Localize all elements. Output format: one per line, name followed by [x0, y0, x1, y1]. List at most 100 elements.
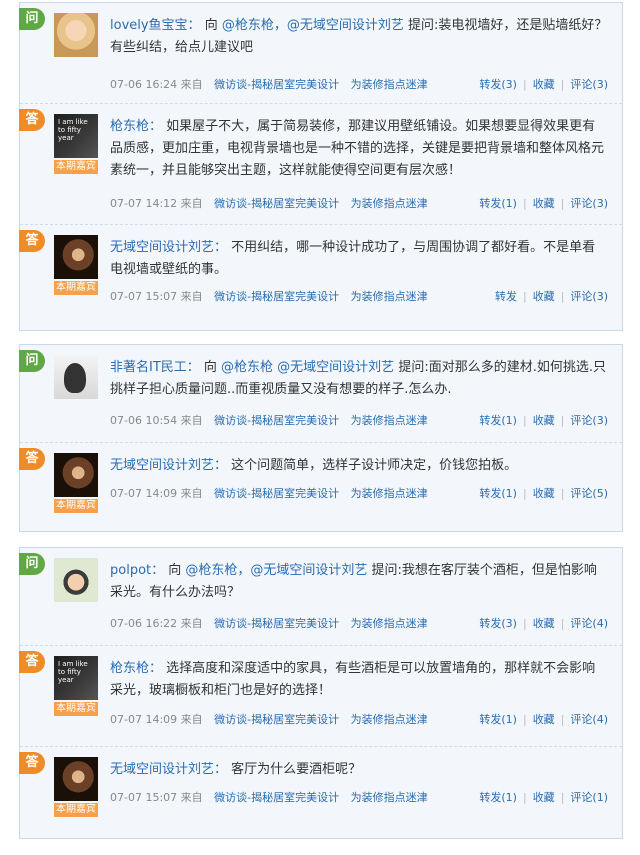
favorite-link[interactable]: 收藏 [533, 487, 555, 500]
avatar[interactable] [54, 453, 98, 497]
source-link[interactable]: 为装修指点迷津 [351, 414, 428, 427]
favorite-link[interactable]: 收藏 [533, 791, 555, 804]
source-link[interactable]: 为装修指点迷津 [351, 791, 428, 804]
source-link[interactable]: 微访谈-揭秘居室完美设计 [214, 414, 339, 427]
forward-link[interactable]: 转发(1) [479, 713, 517, 726]
prefix-text: 向 [199, 360, 222, 375]
user-name-link[interactable]: 非著名IT民工： [110, 360, 200, 375]
mention-links[interactable]: @枪东枪 @无域空间设计刘艺 [221, 360, 394, 375]
comment-link[interactable]: 评论(5) [570, 487, 608, 500]
post-actions: 转发(1) | 收藏 | 评论(3) [479, 413, 608, 429]
guest-label: 本期嘉宾 [54, 499, 98, 513]
source-link[interactable]: 为装修指点迷津 [351, 713, 428, 726]
forward-link[interactable]: 转发(1) [479, 414, 517, 427]
from-label: 来自 [180, 78, 203, 91]
forward-link[interactable]: 转发(3) [479, 617, 517, 630]
comment-link[interactable]: 评论(4) [570, 713, 608, 726]
prefix-text: 向 [164, 563, 186, 578]
from-label: 来自 [180, 487, 203, 500]
source-link[interactable]: 为装修指点迷津 [351, 78, 428, 91]
post-text: polpot： 向 @枪东枪，@无域空间设计刘艺 提问:我想在客厅装个酒柜，但是… [110, 560, 608, 604]
post-meta: 07-06 10:54 来自 微访谈-揭秘居室完美设计 为装修指点迷津 转发(1… [110, 413, 608, 429]
avatar[interactable] [54, 558, 98, 602]
answer-badge: 答 [19, 448, 45, 470]
favorite-link[interactable]: 收藏 [533, 290, 555, 303]
favorite-link[interactable]: 收藏 [533, 713, 555, 726]
comment-link[interactable]: 评论(3) [570, 290, 608, 303]
comment-link[interactable]: 评论(3) [570, 197, 608, 210]
timestamp: 07-07 14:09 [110, 713, 178, 726]
comment-link[interactable]: 评论(1) [570, 791, 608, 804]
timestamp: 07-07 14:09 [110, 487, 178, 500]
post-meta: 07-06 16:24 来自 微访谈-揭秘居室完美设计 为装修指点迷津 转发(3… [110, 77, 608, 93]
post-meta: 07-07 14:09 来自 微访谈-揭秘居室完美设计 为装修指点迷津 转发(1… [110, 486, 608, 502]
question-badge: 问 [19, 553, 45, 575]
favorite-link[interactable]: 收藏 [533, 78, 555, 91]
post-actions: 转发 | 收藏 | 评论(3) [495, 289, 608, 305]
divider: | [522, 713, 527, 726]
source-link[interactable]: 微访谈-揭秘居室完美设计 [214, 197, 339, 210]
avatar[interactable] [54, 235, 98, 279]
user-name-link[interactable]: polpot： [110, 563, 164, 578]
divider: | [522, 487, 527, 500]
user-name-link[interactable]: 无域空间设计刘艺： [110, 458, 227, 473]
avatar[interactable] [54, 13, 98, 57]
comment-link[interactable]: 评论(3) [570, 78, 608, 91]
source-link[interactable]: 微访谈-揭秘居室完美设计 [214, 791, 339, 804]
avatar[interactable]: I am like to fifty year [54, 656, 98, 700]
forward-link[interactable]: 转发(1) [479, 197, 517, 210]
user-name-link[interactable]: 枪东枪： [110, 119, 162, 134]
source-link[interactable]: 为装修指点迷津 [351, 290, 428, 303]
user-name-link[interactable]: lovely鱼宝宝： [110, 18, 201, 33]
thread-2: 问 非著名IT民工： 向 @枪东枪 @无域空间设计刘艺 提问:面对那么多的建材.… [19, 344, 623, 532]
thread-3: 问 polpot： 向 @枪东枪，@无域空间设计刘艺 提问:我想在客厅装个酒柜，… [19, 547, 623, 839]
source-link[interactable]: 为装修指点迷津 [351, 197, 428, 210]
question-badge: 问 [19, 8, 45, 30]
user-name-link[interactable]: 枪东枪： [110, 661, 162, 676]
forward-link[interactable]: 转发 [495, 290, 517, 303]
source-link[interactable]: 微访谈-揭秘居室完美设计 [214, 487, 339, 500]
guest-label: 本期嘉宾 [54, 160, 98, 174]
user-name-link[interactable]: 无域空间设计刘艺： [110, 240, 227, 255]
divider: | [560, 791, 565, 804]
source-link[interactable]: 微访谈-揭秘居室完美设计 [214, 290, 339, 303]
guest-label: 本期嘉宾 [54, 702, 98, 716]
post-text: 枪东枪： 选择高度和深度适中的家具，有些酒柜是可以放置墙角的，那样就不会影响采光… [110, 658, 608, 702]
avatar[interactable]: I am like to fifty year [54, 114, 98, 158]
forward-link[interactable]: 转发(1) [479, 487, 517, 500]
source-link[interactable]: 为装修指点迷津 [351, 487, 428, 500]
avatar[interactable] [54, 757, 98, 801]
timestamp: 07-06 10:54 [110, 414, 178, 427]
comment-link[interactable]: 评论(3) [570, 414, 608, 427]
answer-block: 答 I am like to fifty year 本期嘉宾 枪东枪： 选择高度… [19, 645, 622, 746]
forward-link[interactable]: 转发(3) [479, 78, 517, 91]
comment-link[interactable]: 评论(4) [570, 617, 608, 630]
timestamp: 07-07 14:12 [110, 197, 178, 210]
source-link[interactable]: 微访谈-揭秘居室完美设计 [214, 78, 339, 91]
mention-links[interactable]: @枪东枪，@无域空间设计刘艺 [222, 18, 404, 33]
question-block: 问 非著名IT民工： 向 @枪东枪 @无域空间设计刘艺 提问:面对那么多的建材.… [19, 345, 622, 442]
favorite-link[interactable]: 收藏 [533, 414, 555, 427]
source-link[interactable]: 为装修指点迷津 [351, 617, 428, 630]
user-name-link[interactable]: 无域空间设计刘艺： [110, 762, 227, 777]
post-actions: 转发(3) | 收藏 | 评论(3) [479, 77, 608, 93]
answer-badge: 答 [19, 230, 45, 252]
source-link[interactable]: 微访谈-揭秘居室完美设计 [214, 713, 339, 726]
avatar[interactable] [54, 355, 98, 399]
source-link[interactable]: 微访谈-揭秘居室完美设计 [214, 617, 339, 630]
favorite-link[interactable]: 收藏 [533, 197, 555, 210]
answer-block: 答 本期嘉宾 无域空间设计刘艺： 客厅为什么要酒柜呢？ 07-07 15:07 … [19, 746, 622, 838]
timestamp: 07-06 16:24 [110, 78, 178, 91]
favorite-link[interactable]: 收藏 [533, 617, 555, 630]
forward-link[interactable]: 转发(1) [479, 791, 517, 804]
mention-links[interactable]: @枪东枪，@无域空间设计刘艺 [185, 563, 367, 578]
answer-badge: 答 [19, 651, 45, 673]
divider: | [560, 78, 565, 91]
divider: | [560, 617, 565, 630]
post-actions: 转发(3) | 收藏 | 评论(4) [479, 616, 608, 632]
timestamp: 07-07 15:07 [110, 290, 178, 303]
answer-block: 答 本期嘉宾 无域空间设计刘艺： 这个问题简单，选样子设计师决定，价钱您拍板。 … [19, 442, 622, 531]
post-actions: 转发(1) | 收藏 | 评论(4) [479, 712, 608, 728]
post-text: 无域空间设计刘艺： 客厅为什么要酒柜呢？ [110, 759, 608, 781]
divider: | [560, 487, 565, 500]
